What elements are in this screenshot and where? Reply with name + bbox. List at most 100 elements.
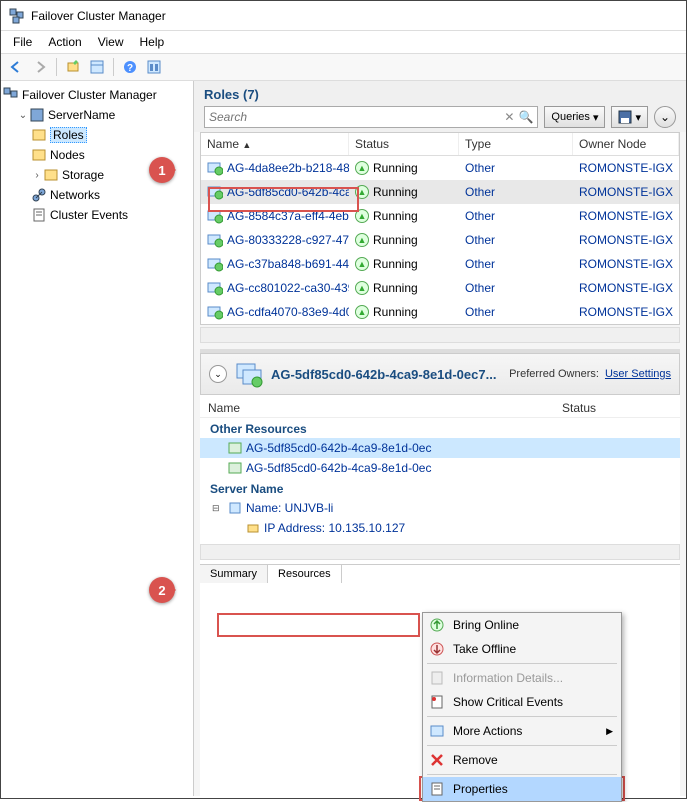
table-row[interactable]: AG-cdfa4070-83e9-4d04...▲RunningOtherROM… — [201, 300, 679, 324]
menu-more-actions[interactable]: More Actions ▶ — [423, 719, 621, 743]
role-large-icon — [235, 360, 263, 388]
context-menu: Bring Online Take Offline Information De… — [422, 612, 622, 802]
menu-info-details: Information Details... — [423, 666, 621, 690]
grid-header: Name ▲ Status Type Owner Node — [201, 133, 679, 156]
table-row[interactable]: AG-4da8ee2b-b218-48e...▲RunningOtherROMO… — [201, 156, 679, 180]
help-button[interactable]: ? — [119, 56, 141, 78]
window-title: Failover Cluster Manager — [31, 9, 166, 23]
details-col-status[interactable]: Status — [562, 401, 672, 415]
properties-icon — [427, 779, 447, 799]
resource-row[interactable]: AG-5df85cd0-642b-4ca9-8e1d-0ec — [200, 458, 680, 478]
expander-icon[interactable]: ⌄ — [17, 110, 29, 121]
info-icon — [427, 668, 447, 688]
tab-summary[interactable]: Summary — [200, 565, 268, 583]
details-tabs: Summary Resources — [200, 564, 680, 583]
ip-row[interactable]: IP Address: 10.135.10.127 — [200, 518, 680, 538]
horizontal-scrollbar[interactable] — [200, 544, 680, 560]
expander-icon[interactable]: › — [31, 170, 43, 181]
preferred-owners-label: Preferred Owners: — [509, 368, 599, 380]
user-settings-link[interactable]: User Settings — [605, 368, 671, 380]
running-icon: ▲ — [355, 209, 369, 223]
online-icon — [427, 615, 447, 635]
tree-server[interactable]: ⌄ ServerName — [3, 105, 191, 125]
events-icon — [427, 692, 447, 712]
tree-root[interactable]: Failover Cluster Manager — [3, 85, 191, 105]
search-icon[interactable]: 🔍 — [518, 110, 533, 124]
menu-help[interactable]: Help — [132, 33, 173, 51]
details-col-name[interactable]: Name — [208, 401, 562, 415]
horizontal-scrollbar[interactable] — [200, 327, 680, 343]
resource-row[interactable]: AG-5df85cd0-642b-4ca9-8e1d-0ec — [200, 438, 680, 458]
table-row[interactable]: AG-cc801022-ca30-439...▲RunningOtherROMO… — [201, 276, 679, 300]
app-icon — [9, 8, 25, 24]
role-icon — [207, 256, 223, 272]
running-icon: ▲ — [355, 161, 369, 175]
role-icon — [207, 208, 223, 224]
ip-icon — [246, 521, 260, 535]
submenu-arrow-icon: ▶ — [606, 726, 613, 737]
resource-icon — [228, 461, 242, 475]
menu-view[interactable]: View — [90, 33, 132, 51]
menu-bring-online[interactable]: Bring Online — [423, 613, 621, 637]
nav-tree: Failover Cluster Manager ⌄ ServerName Ro… — [1, 81, 194, 796]
forward-button[interactable] — [29, 56, 51, 78]
col-name[interactable]: Name ▲ — [201, 133, 349, 155]
role-icon — [207, 184, 223, 200]
svg-text:?: ? — [127, 63, 133, 74]
running-icon: ▲ — [355, 305, 369, 319]
toolbar: ? — [1, 53, 686, 81]
search-box[interactable]: ✕ 🔍 — [204, 106, 538, 128]
titlebar: Failover Cluster Manager — [1, 1, 686, 31]
tree-cluster-events[interactable]: Cluster Events — [3, 205, 191, 225]
clear-icon[interactable]: ✕ — [504, 110, 514, 124]
col-owner[interactable]: Owner Node — [573, 133, 679, 155]
menu-remove[interactable]: Remove — [423, 748, 621, 772]
callout-2: 2 — [149, 577, 175, 603]
server-name-row[interactable]: ⊟ Name: UNJVB-li — [200, 498, 680, 518]
callout-1: 1 — [149, 157, 175, 183]
content-title: Roles (7) — [204, 87, 676, 102]
collapse-button[interactable]: ⌄ — [209, 365, 227, 383]
col-status[interactable]: Status — [349, 133, 459, 155]
menu-take-offline[interactable]: Take Offline — [423, 637, 621, 661]
search-input[interactable] — [209, 110, 504, 124]
tree-roles[interactable]: Roles — [3, 125, 191, 145]
more-icon — [427, 721, 447, 741]
back-button[interactable] — [5, 56, 27, 78]
tree-networks[interactable]: Networks — [3, 185, 191, 205]
menubar: File Action View Help — [1, 31, 686, 53]
role-icon — [207, 232, 223, 248]
running-icon: ▲ — [355, 257, 369, 271]
save-button[interactable]: ▾ — [611, 106, 648, 128]
running-icon: ▲ — [355, 281, 369, 295]
expand-button[interactable]: ⌄ — [654, 106, 676, 128]
running-icon: ▲ — [355, 233, 369, 247]
menu-file[interactable]: File — [5, 33, 40, 51]
menu-properties[interactable]: Properties — [423, 777, 621, 801]
table-row[interactable]: AG-80333228-c927-476...▲RunningOtherROMO… — [201, 228, 679, 252]
resource-icon — [228, 441, 242, 455]
menu-critical-events[interactable]: Show Critical Events — [423, 690, 621, 714]
tab-resources[interactable]: Resources — [268, 564, 342, 583]
up-button[interactable] — [62, 56, 84, 78]
table-row[interactable]: AG-8584c37a-eff4-4ebd-...▲RunningOtherRO… — [201, 204, 679, 228]
view-button[interactable] — [86, 56, 108, 78]
col-type[interactable]: Type — [459, 133, 573, 155]
queries-button[interactable]: Queries▾ — [544, 106, 605, 128]
role-icon — [207, 304, 223, 320]
role-icon — [207, 160, 223, 176]
details-title: AG-5df85cd0-642b-4ca9-8e1d-0ec7... — [271, 367, 509, 382]
expander-icon[interactable]: ⊟ — [212, 503, 224, 514]
section-server-name: Server Name — [200, 478, 680, 498]
refresh-button[interactable] — [143, 56, 165, 78]
section-other-resources: Other Resources — [200, 418, 680, 438]
table-row[interactable]: AG-c37ba848-b691-44b...▲RunningOtherROMO… — [201, 252, 679, 276]
remove-icon — [427, 750, 447, 770]
server-icon — [228, 501, 242, 515]
menu-action[interactable]: Action — [40, 33, 89, 51]
running-icon: ▲ — [355, 185, 369, 199]
roles-grid: Name ▲ Status Type Owner Node AG-4da8ee2… — [200, 132, 680, 325]
role-icon — [207, 280, 223, 296]
offline-icon — [427, 639, 447, 659]
table-row[interactable]: AG-5df85cd0-642b-4ca9...▲RunningOtherROM… — [201, 180, 679, 204]
